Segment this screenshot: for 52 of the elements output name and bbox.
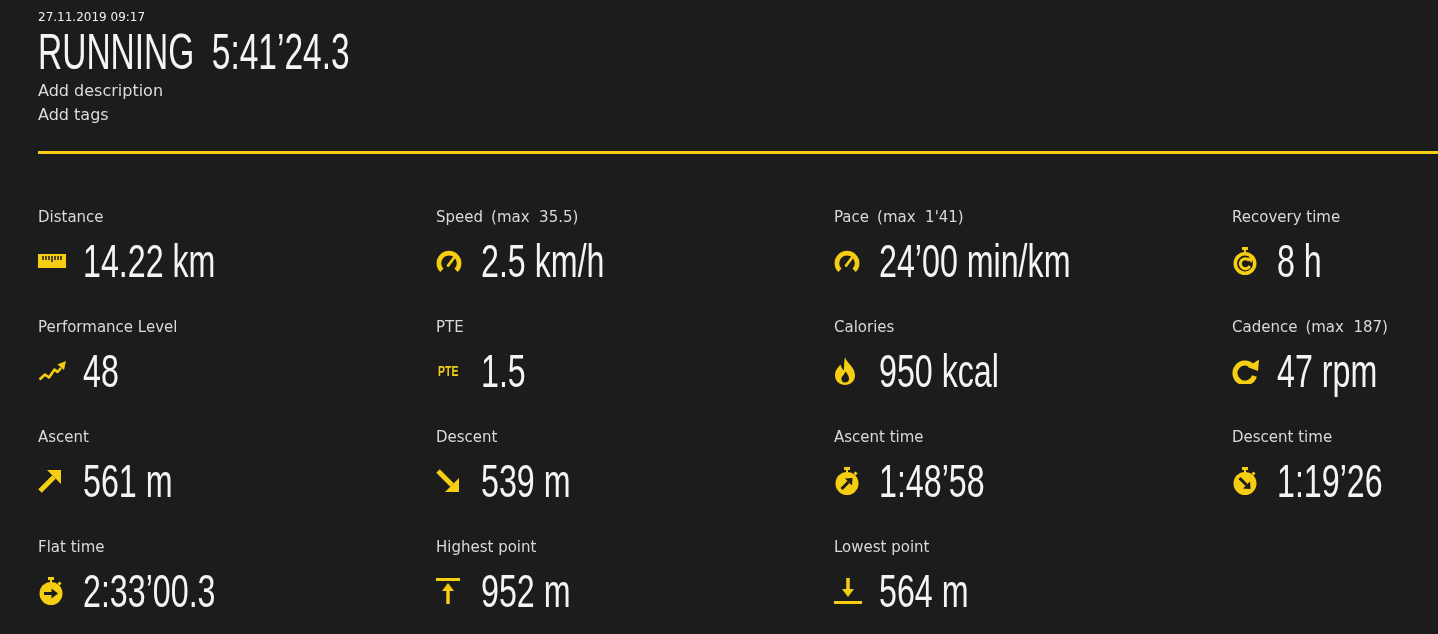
- activity-date: 27.11.2019 09:17: [38, 9, 146, 26]
- ruler-icon: [38, 254, 66, 268]
- stat-label: Performance Level: [38, 317, 178, 338]
- stat-label: Highest point: [436, 537, 537, 558]
- stat-label: Lowest point: [834, 537, 930, 558]
- stat-max-value: (max 187): [1305, 317, 1388, 338]
- add-tags-link[interactable]: Add tags: [38, 103, 109, 127]
- gauge-icon: [436, 249, 462, 273]
- stat-value: 14.22 km: [83, 239, 216, 283]
- stat-value: 950 kcal: [879, 349, 999, 393]
- stat-label: Recovery time: [1232, 207, 1341, 228]
- stat-value: 1:19’26: [1277, 459, 1383, 503]
- stat-value: 952 m: [481, 569, 571, 613]
- gauge-icon: [834, 249, 860, 273]
- activity-duration: 5:41’24.3: [211, 26, 350, 78]
- stat-label: Descent: [436, 427, 498, 448]
- circular-arrow-icon: [1232, 358, 1259, 384]
- pte-icon: PTE: [438, 364, 459, 378]
- activity-type: RUNNING: [38, 26, 195, 78]
- flame-icon: [834, 357, 856, 385]
- stat-max-value: (max 1'41): [877, 207, 964, 228]
- stat-label: Speed: [436, 207, 484, 228]
- stat-value: 561 m: [83, 459, 173, 503]
- stat-label: Pace: [834, 207, 870, 228]
- stat-label: Distance: [38, 207, 104, 228]
- add-description-link[interactable]: Add description: [38, 79, 164, 103]
- arrow-up-right-icon: [38, 469, 62, 493]
- stat-label: Ascent time: [834, 427, 924, 448]
- stat-value: 2.5 km/h: [481, 239, 605, 283]
- stat-value: 24’00 min/km: [879, 239, 1071, 283]
- arrow-down-to-line-icon: [834, 578, 862, 604]
- stat-label: Descent time: [1232, 427, 1333, 448]
- arrow-up-to-line-icon: [436, 578, 460, 604]
- stat-value: 1:48’58: [879, 459, 985, 503]
- stat-value: 539 m: [481, 459, 571, 503]
- stopwatch-icon: [38, 577, 64, 605]
- stopwatch-icon: [1232, 247, 1258, 275]
- stat-value: 8 h: [1277, 239, 1322, 283]
- stat-label: Flat time: [38, 537, 105, 558]
- stat-value: 1.5: [481, 349, 526, 393]
- trend-arrow-icon: [38, 360, 66, 382]
- stat-value: 48: [83, 349, 119, 393]
- arrow-down-right-icon: [436, 469, 460, 493]
- stat-value: 2:33’00.3: [83, 569, 216, 613]
- stopwatch-icon: [1232, 467, 1258, 495]
- stat-label: PTE: [436, 317, 464, 338]
- stat-label: Ascent: [38, 427, 89, 448]
- stopwatch-icon: [834, 467, 860, 495]
- stat-value: 564 m: [879, 569, 969, 613]
- stat-label: Cadence: [1232, 317, 1298, 338]
- stat-label: Calories: [834, 317, 895, 338]
- stat-max-value: (max 35.5): [491, 207, 579, 228]
